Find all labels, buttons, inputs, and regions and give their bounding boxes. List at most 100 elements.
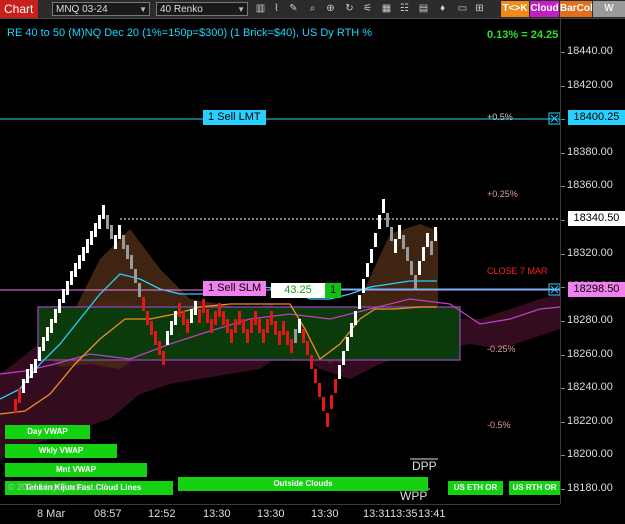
renko-brick [402, 235, 405, 249]
renko-brick [266, 319, 269, 333]
renko-brick [174, 311, 177, 325]
renko-brick [422, 247, 425, 261]
renko-brick [322, 397, 325, 411]
renko-brick [358, 295, 361, 309]
day-vwap-button[interactable]: Day VWAP [5, 425, 90, 439]
barcol-toggle-button[interactable]: BarCol [560, 1, 593, 17]
renko-brick [418, 261, 421, 275]
renko-brick [298, 319, 301, 333]
price-tick: 18200.00 [561, 448, 613, 461]
properties-icon[interactable]: ☷ [398, 2, 411, 16]
renko-brick [82, 247, 85, 261]
price-tick: 18180.00 [561, 482, 613, 494]
renko-brick [414, 275, 417, 289]
renko-brick [250, 319, 253, 333]
chevron-down-icon: ▼ [139, 5, 147, 14]
chart-trader-icon[interactable]: ▤ [417, 2, 430, 16]
sell-lmt-order-label[interactable]: 1 Sell LMT [203, 110, 266, 125]
copyright: © 2024 NinjaTrader, LLC [8, 482, 108, 492]
renko-brick [342, 351, 345, 365]
renko-brick [386, 213, 389, 227]
renko-brick [70, 271, 73, 285]
renko-brick [86, 239, 89, 253]
position-pnl[interactable]: 43.25 [271, 283, 325, 298]
time-axis[interactable]: 8 Mar 08:57 12:52 13:30 13:30 13:30 13:3… [0, 504, 560, 524]
price-tick: 18440.00 [561, 45, 613, 57]
renko-brick [434, 227, 437, 241]
us-rth-or-button[interactable]: US RTH OR [509, 481, 560, 495]
renko-brick [122, 235, 125, 249]
renko-brick [186, 319, 189, 333]
period-selector[interactable]: 40 Renko ▼ [156, 2, 248, 16]
chart-style-icon[interactable]: ⌇ [270, 2, 283, 16]
renko-brick [130, 255, 133, 269]
sell-lmt-price-tag: 18400.25 [568, 110, 625, 125]
renko-brick [110, 225, 113, 239]
level-label: +0.25% [487, 189, 518, 199]
level-label: CLOSE 7 MAR [487, 266, 548, 276]
renko-brick [114, 235, 117, 249]
crosshair-icon[interactable]: ⊕ [324, 2, 337, 16]
order-icon[interactable]: ♦ [436, 2, 449, 16]
bar-chart-icon[interactable]: ▥ [254, 2, 267, 16]
renko-brick [38, 347, 41, 361]
renko-brick [382, 199, 385, 213]
renko-brick [366, 263, 369, 277]
renko-brick [154, 331, 157, 345]
wkly-vwap-button[interactable]: Wkly VWAP [5, 444, 117, 458]
renko-brick [178, 303, 181, 317]
renko-brick [18, 389, 21, 403]
renko-brick [106, 215, 109, 229]
instrument-selector[interactable]: MNQ 03-24 ▼ [52, 2, 150, 16]
outside-clouds-button[interactable]: Outside Clouds [178, 477, 428, 491]
price-tick: 18280.00 [561, 313, 613, 326]
renko-brick [306, 341, 309, 355]
renko-brick [378, 215, 381, 229]
renko-brick [34, 359, 37, 373]
chart-plot-area[interactable]: RE 40 to 50 (M)NQ Dec 20 (1%=150p=$300) … [0, 19, 560, 504]
cloud-toggle-button[interactable]: Cloud [530, 1, 559, 17]
chevron-down-icon: ▼ [237, 5, 245, 14]
price-axis[interactable]: 18440.0018420.0018400.0018380.0018360.00… [560, 19, 625, 504]
renko-brick [394, 239, 397, 253]
performance-readout: 0.13% = 24.25 [487, 29, 559, 41]
renko-brick [58, 299, 61, 313]
renko-brick [30, 364, 33, 378]
chart-tab[interactable]: Chart [0, 0, 38, 18]
time-tick: 13:30 [257, 508, 285, 520]
renko-brick [350, 323, 353, 337]
indicators-icon[interactable]: ↻ [343, 2, 356, 16]
us-eth-or-button[interactable]: US ETH OR [448, 481, 503, 495]
price-tick: 18420.00 [561, 78, 613, 91]
pencil-icon[interactable]: ✎ [287, 2, 300, 16]
renko-brick [118, 225, 121, 239]
renko-brick [426, 233, 429, 247]
time-tick: 08:57 [94, 508, 122, 520]
renko-brick [54, 309, 57, 323]
renko-brick [150, 321, 153, 335]
renko-brick [258, 319, 261, 333]
renko-brick [326, 413, 329, 427]
renko-brick [142, 297, 145, 311]
mnt-vwap-button[interactable]: Mnt VWAP [5, 463, 147, 477]
tabs-icon[interactable]: ⊞ [473, 2, 486, 16]
renko-brick [90, 231, 93, 245]
sell-slm-order-label[interactable]: 1 Sell SLM [203, 281, 267, 296]
price-tick: 18380.00 [561, 145, 613, 158]
vwap-toggle-button[interactable]: W VWAP [593, 1, 625, 30]
time-tick: 13:31 [363, 508, 391, 520]
fullscreen-icon[interactable]: ▭ [456, 2, 469, 16]
renko-brick [314, 369, 317, 383]
tk-toggle-button[interactable]: T<>K [501, 1, 529, 17]
renko-brick [190, 309, 193, 323]
renko-brick [182, 311, 185, 325]
sell-slm-price-tag: 18298.50 [568, 282, 625, 297]
price-tick: 18220.00 [561, 414, 613, 427]
templates-icon[interactable]: ▦ [380, 2, 393, 16]
position-qty[interactable]: 1 [325, 283, 342, 298]
zoom-icon[interactable]: ⌕ [306, 2, 319, 16]
strategies-icon[interactable]: ⚟ [361, 2, 374, 16]
renko-brick [334, 379, 337, 393]
renko-brick [222, 311, 225, 325]
renko-brick [390, 227, 393, 241]
